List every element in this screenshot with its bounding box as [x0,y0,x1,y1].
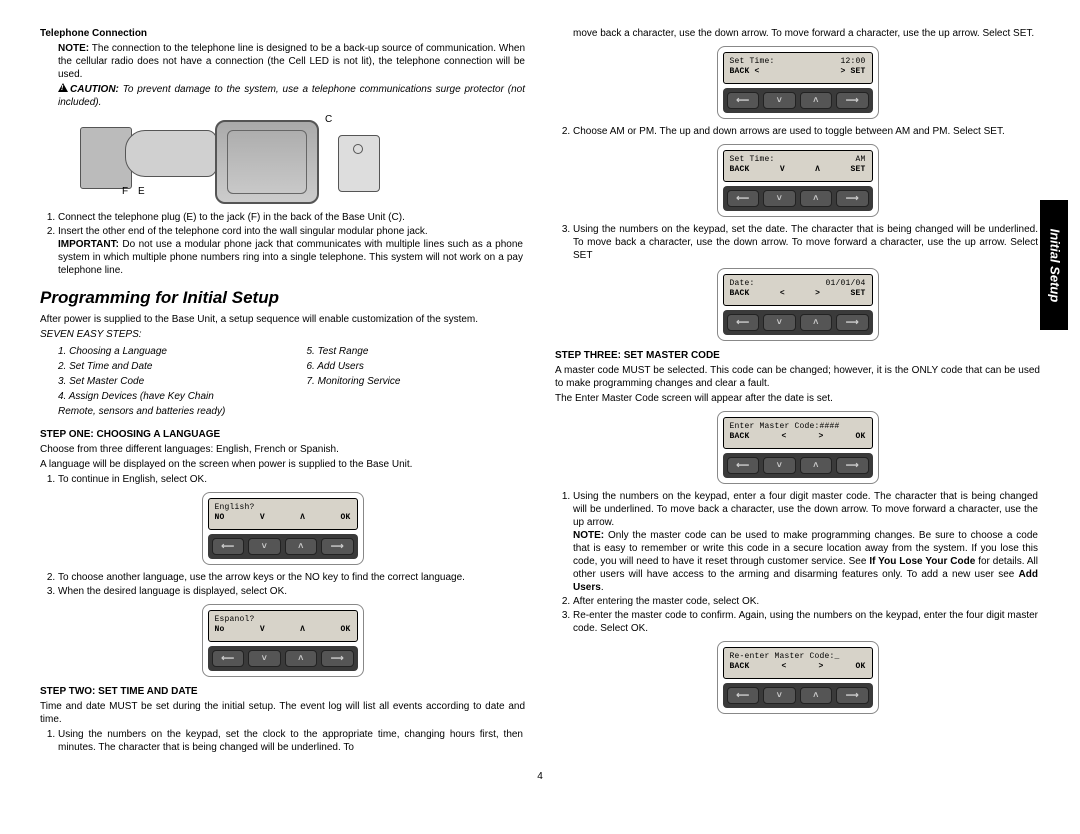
step-two-list-2: Choose AM or PM. The up and down arrows … [573,125,1040,138]
down-arrow-icon: ˅ [248,538,281,555]
left-arrow-icon: ⟵ [212,650,245,667]
left-arrow-icon: ⟵ [727,92,760,109]
device-english: English? NOVΛOK ⟵ ˅ ˄ ⟶ [202,492,364,565]
illus-label-e: E [138,185,145,198]
up-arrow-icon: ˄ [800,457,833,474]
telephone-caution: CAUTION: To prevent damage to the system… [58,83,525,109]
left-arrow-icon: ⟵ [727,687,760,704]
device-set-time: Set Time:12:00 BACK <> SET ⟵ ˅ ˄ ⟶ [717,46,879,119]
left-arrow-icon: ⟵ [727,190,760,207]
illus-label-c: C [325,113,332,126]
caution-label: CAUTION: [70,84,119,95]
step-one-list-2: To choose another language, use the arro… [58,571,525,598]
list-item: Using the numbers on the keypad, enter a… [573,490,1040,594]
right-arrow-icon: ⟶ [836,190,869,207]
seven-steps-heading: SEVEN EASY STEPS: [40,328,525,341]
down-arrow-icon: ˅ [763,92,796,109]
left-column: Telephone Connection NOTE: The connectio… [40,25,525,756]
down-arrow-icon: ˅ [763,457,796,474]
illus-label-f: F [122,185,128,198]
device-espanol: Espanol? NoVΛOK ⟵ ˅ ˄ ⟶ [202,604,364,677]
up-arrow-icon: ˄ [800,314,833,331]
up-arrow-icon: ˄ [800,687,833,704]
seven-steps-list: 1. Choosing a Language 2. Set Time and D… [58,343,525,420]
device-reenter-code: Re-enter Master Code:_ BACK<>OK ⟵ ˅ ˄ ⟶ [717,641,879,714]
device-date: Date:01/01/04 BACK<>SET ⟵ ˅ ˄ ⟶ [717,268,879,341]
left-arrow-icon: ⟵ [212,538,245,555]
up-arrow-icon: ˄ [800,190,833,207]
list-item: To choose another language, use the arro… [58,571,525,584]
right-arrow-icon: ⟶ [836,687,869,704]
left-arrow-icon: ⟵ [727,314,760,331]
right-arrow-icon: ⟶ [836,314,869,331]
step-three-heading: STEP THREE: SET MASTER CODE [555,349,1040,362]
right-arrow-icon: ⟶ [836,457,869,474]
side-tab: Initial Setup [1040,200,1068,330]
list-item: Connect the telephone plug (E) to the ja… [58,211,525,224]
right-arrow-icon: ⟶ [836,92,869,109]
step-one-list: To continue in English, select OK. [58,473,525,486]
step-one-heading: STEP ONE: CHOOSING A LANGUAGE [40,428,525,441]
left-arrow-icon: ⟵ [727,457,760,474]
step-two-cont: move back a character, use the down arro… [573,27,1040,40]
step-two-list-3: Using the numbers on the keypad, set the… [573,223,1040,262]
list-item: To continue in English, select OK. [58,473,525,486]
right-arrow-icon: ⟶ [321,538,354,555]
right-arrow-icon: ⟶ [321,650,354,667]
step-two-list: Using the numbers on the keypad, set the… [58,728,525,754]
telephone-illustration: C F E [70,115,410,205]
list-item: Insert the other end of the telephone co… [58,225,525,277]
page-number: 4 [40,770,1040,783]
right-column: move back a character, use the down arro… [555,25,1040,756]
note-label: NOTE: [58,43,89,54]
down-arrow-icon: ˅ [248,650,281,667]
telephone-note: NOTE: The connection to the telephone li… [58,42,525,81]
down-arrow-icon: ˅ [763,314,796,331]
down-arrow-icon: ˅ [763,687,796,704]
list-item: Re-enter the master code to confirm. Aga… [573,609,1040,635]
device-set-am: Set Time:AM BACKVΛSET ⟵ ˅ ˄ ⟶ [717,144,879,217]
up-arrow-icon: ˄ [800,92,833,109]
programming-intro: After power is supplied to the Base Unit… [40,313,525,326]
side-tab-label: Initial Setup [1046,228,1063,302]
up-arrow-icon: ˄ [285,538,318,555]
step-two-heading: STEP TWO: SET TIME AND DATE [40,685,525,698]
step-three-list: Using the numbers on the keypad, enter a… [573,490,1040,635]
list-item: Choose AM or PM. The up and down arrows … [573,125,1040,138]
down-arrow-icon: ˅ [763,190,796,207]
list-item: Using the numbers on the keypad, set the… [58,728,525,754]
list-item: When the desired language is displayed, … [58,585,525,598]
telephone-steps: Connect the telephone plug (E) to the ja… [58,211,525,277]
list-item: Using the numbers on the keypad, set the… [573,223,1040,262]
telephone-connection-heading: Telephone Connection [40,27,525,40]
device-master-code: Enter Master Code:#### BACK<>OK ⟵ ˅ ˄ ⟶ [717,411,879,484]
list-item: After entering the master code, select O… [573,595,1040,608]
caution-icon [58,83,68,92]
up-arrow-icon: ˄ [285,650,318,667]
programming-heading: Programming for Initial Setup [40,287,525,309]
